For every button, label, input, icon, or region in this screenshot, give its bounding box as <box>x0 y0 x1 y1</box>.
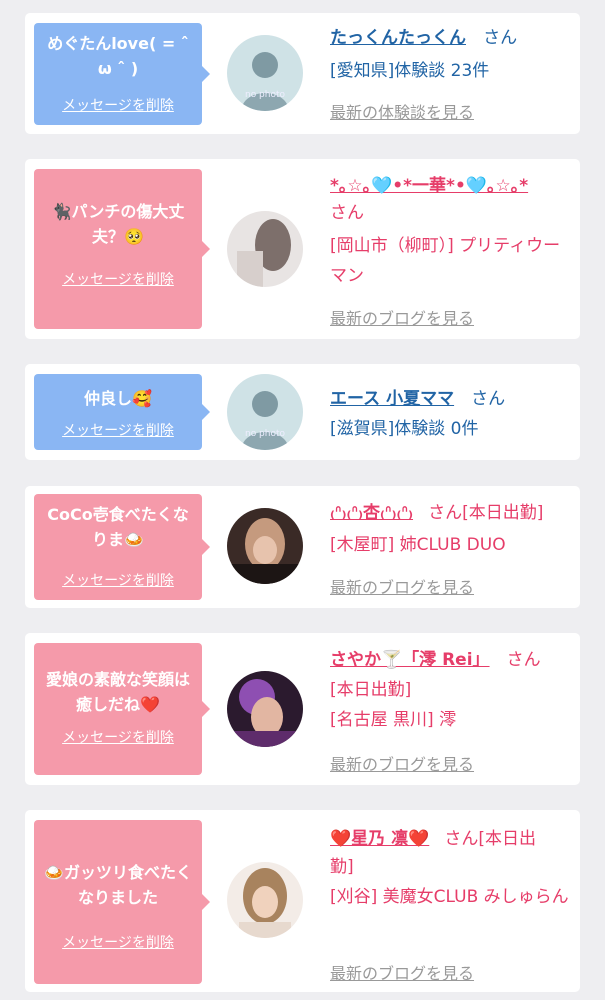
message-bubble: CoCo壱食べたくなりま🍛 メッセージを削除 <box>34 494 210 600</box>
latest-post-link[interactable]: 最新のブログを見る <box>330 751 474 775</box>
user-meta: [木屋町] 姉CLUB DUO <box>330 535 506 555</box>
user-name-link[interactable]: たっくんたっくん <box>330 28 466 48</box>
latest-post-link[interactable]: 最新のブログを見る <box>330 305 474 329</box>
message-bubble: 仲良し🥰 メッセージを削除 <box>34 374 210 450</box>
avatar[interactable] <box>227 671 303 747</box>
message-text: 🍛ガッツリ食べたくなりました <box>44 863 192 907</box>
honorific: さん <box>483 28 518 48</box>
delete-message-link[interactable]: メッセージを削除 <box>34 727 202 747</box>
user-name-link[interactable]: エース 小夏ママ <box>330 389 454 409</box>
honorific: さん <box>506 650 541 670</box>
message-list: めぐたんlove( = ˆ ω ˆ ) メッセージを削除 no photo たっ… <box>0 0 605 1000</box>
delete-message-link[interactable]: メッセージを削除 <box>34 570 202 590</box>
avatar[interactable] <box>227 862 303 938</box>
delete-message-link[interactable]: メッセージを削除 <box>34 932 202 952</box>
user-name-link[interactable]: *｡☆｡🩵•*一華*•🩵｡☆｡* <box>330 176 528 196</box>
honorific: さん[本日出 <box>444 829 536 849</box>
user-meta: [刈谷] 美魔女CLUB みしゅらん <box>330 887 569 907</box>
svg-text:no photo: no photo <box>245 429 286 439</box>
user-name-link[interactable]: ₍ᐢ₎₍ᐢ₎杏₍ᐢ₎₍ᐢ₎ <box>330 503 413 523</box>
svg-text:no photo: no photo <box>245 90 286 100</box>
delete-message-link[interactable]: メッセージを削除 <box>34 420 202 440</box>
profile-photo <box>227 862 303 938</box>
delete-message-link[interactable]: メッセージを削除 <box>34 269 202 289</box>
honorific: さん <box>330 203 364 223</box>
message-bubble: 愛娘の素敵な笑顔は癒しだね❤️ メッセージを削除 <box>34 643 210 775</box>
list-item: 仲良し🥰 メッセージを削除 no photo エース 小夏ママ さん [滋賀県]… <box>25 364 580 460</box>
message-bubble: 🍛ガッツリ食べたくなりました メッセージを削除 <box>34 820 210 984</box>
message-bubble: 🐈‍⬛パンチの傷大丈夫？🥺 メッセージを削除 <box>34 169 210 329</box>
avatar[interactable] <box>227 211 303 287</box>
message-text: 🐈‍⬛パンチの傷大丈夫？🥺 <box>51 202 185 246</box>
user-meta: [滋賀県]体験談 0件 <box>330 419 479 439</box>
message-text: めぐたんlove( = ˆ ω ˆ ) <box>47 34 189 78</box>
delete-message-link[interactable]: メッセージを削除 <box>34 95 202 115</box>
list-item: めぐたんlove( = ˆ ω ˆ ) メッセージを削除 no photo たっ… <box>25 13 580 134</box>
list-item: CoCo壱食べたくなりま🍛 メッセージを削除 ₍ᐢ₎₍ᐢ₎杏₍ᐢ₎₍ᐢ₎ さん[… <box>25 486 580 608</box>
honorific: さん[本日出勤] <box>428 503 544 523</box>
user-meta: [岡山市（柳町）] プリティウーマン <box>330 236 561 286</box>
profile-photo <box>227 671 303 747</box>
user-meta: [名古屋 黒川] 澪 <box>330 710 457 730</box>
no-photo-icon: no photo <box>227 35 303 111</box>
message-text: CoCo壱食べたくなりま🍛 <box>47 505 189 549</box>
list-item: 🍛ガッツリ食べたくなりました メッセージを削除 ❤️星乃 凛❤️ さん[本日出 … <box>25 810 580 992</box>
latest-post-link[interactable]: 最新のブログを見る <box>330 574 474 598</box>
latest-post-link[interactable]: 最新の体験談を見る <box>330 99 474 123</box>
honorific: さん <box>471 389 506 409</box>
list-item: 🐈‍⬛パンチの傷大丈夫？🥺 メッセージを削除 *｡☆｡🩵•*一華*•🩵｡☆｡* … <box>25 159 580 339</box>
latest-post-link[interactable]: 最新のブログを見る <box>330 960 474 984</box>
message-text: 愛娘の素敵な笑顔は癒しだね❤️ <box>45 670 190 714</box>
avatar[interactable]: no photo <box>227 374 303 450</box>
user-meta: [愛知県]体験談 23件 <box>330 61 490 81</box>
user-name-link[interactable]: ❤️星乃 凛❤️ <box>330 829 429 849</box>
avatar[interactable] <box>227 508 303 584</box>
list-item: 愛娘の素敵な笑顔は癒しだね❤️ メッセージを削除 さやか🍸「澪 Rei」 さん … <box>25 633 580 785</box>
profile-photo <box>227 211 303 287</box>
message-bubble: めぐたんlove( = ˆ ω ˆ ) メッセージを削除 <box>34 23 210 125</box>
work-status: 勤] <box>330 857 354 877</box>
avatar[interactable]: no photo <box>227 35 303 111</box>
no-photo-icon: no photo <box>227 374 303 450</box>
message-text: 仲良し🥰 <box>84 389 152 408</box>
user-name-link[interactable]: さやか🍸「澪 Rei」 <box>330 650 490 670</box>
work-status: [本日出勤] <box>330 680 412 700</box>
profile-photo <box>227 508 303 584</box>
